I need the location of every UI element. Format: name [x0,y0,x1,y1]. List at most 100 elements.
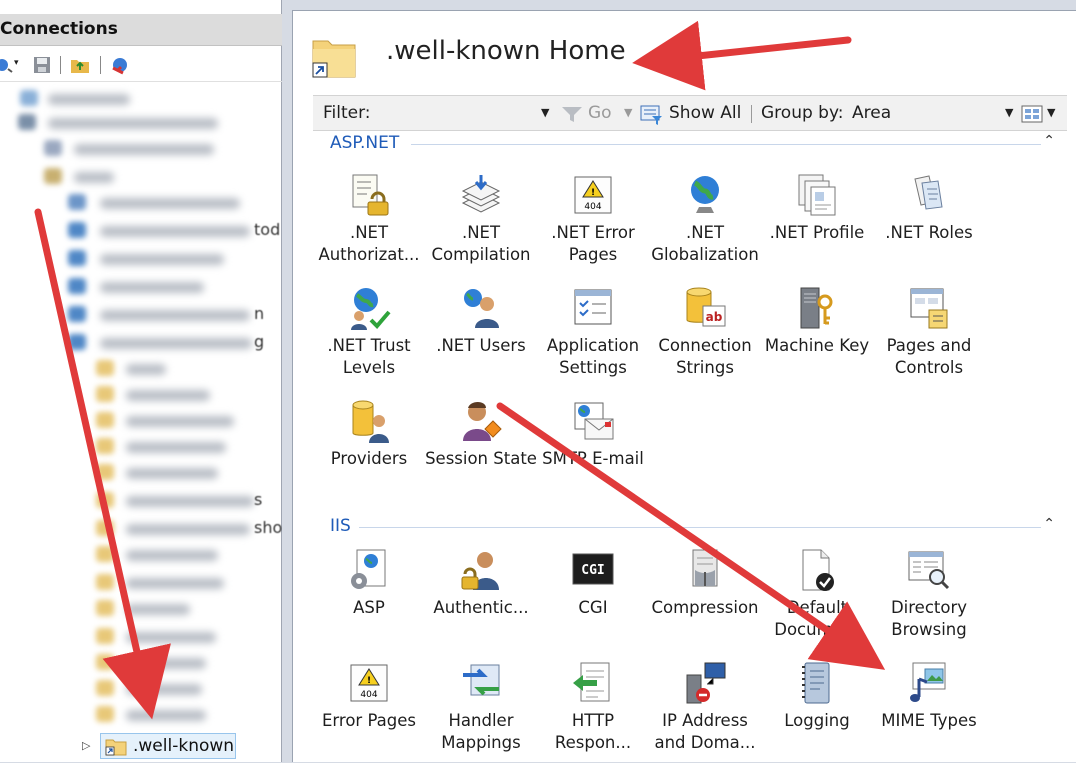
filter-input[interactable] [377,100,537,126]
group-by-dropdown-icon[interactable]: ▼ [1005,106,1013,119]
feature-connection-strings[interactable]: ab Connection Strings [649,286,761,390]
disconnect-icon[interactable] [110,55,130,75]
smtp-email-icon [574,402,614,440]
section-header-iis: IIS ⌃ [313,516,1067,538]
features-content: ASP.NET ⌃ .NET Authorizat... .NET Compil… [313,132,1067,763]
save-icon[interactable] [32,55,52,75]
peek-text: n [254,304,265,323]
folder-shortcut-icon [312,40,356,78]
svg-text:!: ! [367,676,371,686]
feature-label: Error Pages [321,711,416,730]
feature-label: MIME Types [881,711,977,730]
tree-expander-icon[interactable]: ▷ [82,739,90,752]
feature-net-users[interactable]: .NET Users [425,286,537,390]
asp-icon [351,549,386,589]
feature-label: .NET Roles [885,223,973,242]
feature-http-response[interactable]: HTTP Respon... [537,661,649,763]
feature-net-roles[interactable]: .NET Roles [873,173,985,277]
pages-controls-icon [910,288,948,329]
http-response-icon [573,662,610,702]
feature-smtp-email[interactable]: SMTP E-mail [537,399,649,503]
connections-tree: tod n g s sho [0,84,282,762]
feature-label: CGI [578,598,608,617]
providers-icon [352,400,389,443]
features-pane: .well-known Home Filter: ▼ Go ▼ Show All… [292,10,1076,762]
feature-label: Session State [425,449,537,468]
selected-node-highlight[interactable]: .well-known [100,733,236,759]
svg-text:404: 404 [584,202,601,212]
page-title: .well-known Home [386,36,626,66]
feature-label: Providers [330,449,408,468]
feature-directory-browsing[interactable]: Directory Browsing [873,548,985,652]
feature-asp[interactable]: ASP [313,548,425,652]
feature-net-error-pages[interactable]: ! 404 .NET Error Pages [537,173,649,277]
feature-default-document[interactable]: Default Document [761,548,873,652]
feature-label: HTTP Respon... [554,711,632,752]
up-folder-icon[interactable] [70,55,90,75]
connections-header: Connections [0,14,282,46]
feature-pages-controls[interactable]: Pages and Controls [873,286,985,390]
collapse-icon[interactable]: ⌃ [1043,133,1055,149]
pane-splitter[interactable] [282,0,292,762]
go-button[interactable]: Go [588,103,612,123]
filter-label: Filter: [323,103,371,123]
feature-label: Machine Key [764,336,870,355]
feature-net-compilation[interactable]: .NET Compilation [425,173,537,277]
feature-error-pages[interactable]: ! 404 Error Pages [313,661,425,763]
feature-session-state[interactable]: Session State [425,399,537,503]
collapse-icon[interactable]: ⌃ [1043,516,1055,532]
feature-net-globalization[interactable]: .NET Globalization [649,173,761,277]
section-title: IIS [330,516,351,536]
show-all-button[interactable]: Show All [669,103,741,123]
feature-label: .NET Trust Levels [327,336,411,377]
feature-ip-address[interactable]: IP Address and Doma... [649,661,761,763]
connect-icon[interactable] [0,55,14,75]
feature-net-trust-levels[interactable]: .NET Trust Levels [313,286,425,390]
filter-dropdown-icon[interactable]: ▼ [541,106,549,119]
feature-application-settings[interactable]: Application Settings [537,286,649,390]
view-mode-icon[interactable] [1021,104,1045,124]
feature-machine-key[interactable]: Machine Key [761,286,873,390]
connections-title: Connections [0,19,118,39]
section-header-aspnet: ASP.NET ⌃ [313,133,1067,155]
go-dropdown-icon[interactable]: ▼ [624,106,632,119]
toolbar-separator [100,56,101,74]
feature-cgi[interactable]: CGI CGI [537,548,649,652]
feature-compression[interactable]: Compression [649,548,761,652]
net-compilation-icon [461,175,501,213]
feature-logging[interactable]: Logging [761,661,873,763]
connect-dropdown-icon[interactable]: ▾ [14,58,19,68]
compression-icon [692,549,718,587]
feature-label: ASP [353,598,385,617]
net-users-icon [464,289,499,328]
feature-label: Handler Mappings [441,711,521,752]
show-all-icon[interactable] [640,104,664,126]
peek-text: g [254,332,265,351]
error-pages-icon: ! 404 [350,664,388,702]
feature-label: Default Document [774,598,860,639]
folder-shortcut-icon [105,739,127,756]
connection-strings-icon: ab [686,287,726,327]
feature-label: Compression [651,598,759,617]
application-settings-icon [574,289,612,325]
feature-handler-mappings[interactable]: Handler Mappings [425,661,537,763]
group-by-select[interactable]: Area [852,103,891,123]
feature-label: Directory Browsing [890,598,968,639]
net-globalization-icon [691,176,719,213]
section-divider [359,527,1041,528]
authentication-icon [461,552,499,590]
filter-bar: Filter: ▼ Go ▼ Show All Group by: Area ▼… [313,95,1067,131]
view-mode-dropdown-icon[interactable]: ▼ [1047,106,1055,119]
peek-text: sho [254,518,282,537]
default-document-icon [802,549,834,591]
feature-net-profile[interactable]: .NET Profile [761,173,873,277]
feature-mime-types[interactable]: MIME Types [873,661,985,763]
feature-label: Connection Strings [658,336,752,377]
feature-providers[interactable]: Providers [313,399,425,503]
feature-authentication[interactable]: Authentic... [425,548,537,652]
go-filter-icon[interactable] [561,105,583,123]
feature-net-authorization[interactable]: .NET Authorizat... [313,173,425,277]
feature-label: .NET Profile [769,223,865,242]
feature-label: .NET Error Pages [551,223,635,264]
connections-pane: Connections ▾ tod n g s sho ▷ .well-know… [0,0,282,762]
